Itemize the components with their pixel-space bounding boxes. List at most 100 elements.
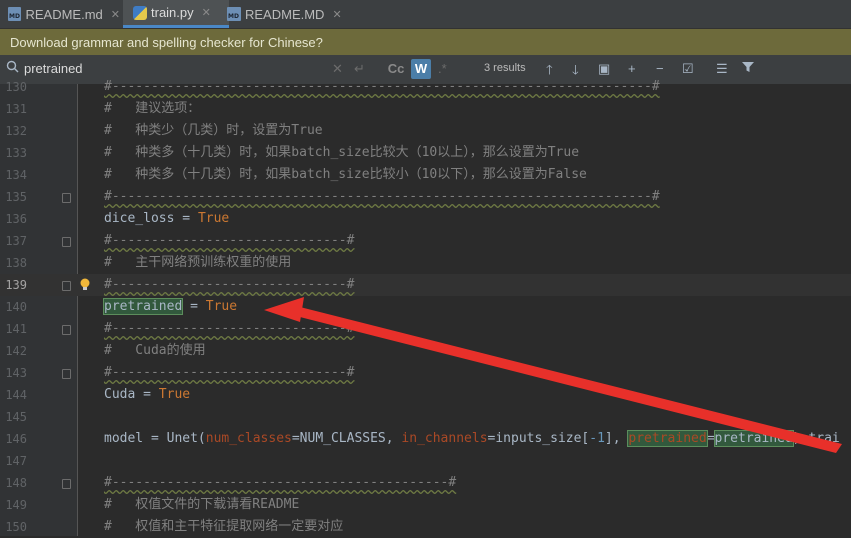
editor-tab-bar: README.md ✕ train.py ✕ README.MD ✕ — [0, 0, 851, 29]
new-line-icon[interactable]: ↵ — [354, 61, 365, 77]
clear-search-icon[interactable]: ✕ — [332, 61, 343, 77]
code-line: 133 # 种类多（十几类）时，如果batch_size比较大（10以上），那么… — [0, 142, 851, 164]
line-number: 149 — [5, 498, 27, 512]
comment-text: # 建议选项： — [104, 101, 201, 116]
search-match: pretrained — [713, 430, 794, 447]
line-number: 130 — [5, 80, 27, 94]
code-line: 134 # 种类多（十几类）时，如果batch_size比较小（10以下），那么… — [0, 164, 851, 186]
fold-marker-icon[interactable] — [62, 237, 71, 247]
comment-text: #------------------------------# — [104, 321, 355, 336]
line-number: 142 — [5, 344, 27, 358]
line-number: 141 — [5, 322, 27, 336]
code-line: 145 — [0, 406, 851, 428]
line-number: 145 — [5, 410, 27, 424]
code-token: =NUM_CLASSES, — [291, 431, 402, 446]
line-number: 146 — [5, 432, 27, 446]
line-number: 134 — [5, 168, 27, 182]
number-literal: -1 — [589, 431, 605, 446]
code-token: = — [706, 431, 715, 446]
code-line: 147 — [0, 450, 851, 472]
tab-train-py[interactable]: train.py ✕ — [123, 0, 229, 28]
line-number: 137 — [5, 234, 27, 248]
comment-text: #---------------------------------------… — [104, 79, 660, 94]
tab-label: train.py — [151, 5, 194, 20]
comment-text: # Cuda的使用 — [104, 343, 206, 358]
comment-text: #---------------------------------------… — [104, 475, 457, 490]
variable-name: Cuda — [104, 387, 136, 402]
code-token: model = Unet( — [104, 431, 206, 446]
code-line: 143 #------------------------------# — [0, 362, 851, 384]
fold-marker-icon[interactable] — [62, 369, 71, 379]
tab-readme-upper-md[interactable]: README.MD ✕ — [227, 0, 343, 28]
comment-text: #------------------------------# — [104, 277, 355, 292]
code-line: 135 #-----------------------------------… — [0, 186, 851, 208]
filter-icon[interactable] — [742, 61, 754, 76]
line-number: 147 — [5, 454, 27, 468]
comment-text: #------------------------------# — [104, 233, 355, 248]
line-number: 150 — [5, 520, 27, 534]
line-number: 131 — [5, 102, 27, 116]
comment-text: # 种类多（十几类）时，如果batch_size比较大（10以上），那么设置为T… — [104, 145, 580, 160]
open-in-window-icon[interactable]: ▣ — [598, 61, 610, 77]
close-icon[interactable]: ✕ — [202, 6, 211, 19]
line-number: 133 — [5, 146, 27, 160]
code-token: ], — [604, 431, 629, 446]
md-file-icon — [8, 7, 22, 21]
close-icon[interactable]: ✕ — [111, 8, 120, 21]
code-line: 138 # 主干网络预训练权重的使用 — [0, 252, 851, 274]
code-line: 142 # Cuda的使用 — [0, 340, 851, 362]
code-token: =inputs_size[ — [487, 431, 590, 446]
fold-marker-icon[interactable] — [62, 193, 71, 203]
comment-text: #---------------------------------------… — [104, 189, 660, 204]
operator: = — [135, 387, 159, 402]
keyword-argument: in_channels — [401, 431, 488, 446]
md-file-icon — [227, 7, 241, 21]
code-line: 130 #-----------------------------------… — [0, 76, 851, 98]
variable-name: dice_loss — [104, 211, 175, 226]
filter-options-icon[interactable]: ☰ — [716, 61, 728, 77]
comment-text: #------------------------------# — [104, 365, 355, 380]
code-text: model = Unet(num_classes=NUM_CLASSES, in… — [104, 428, 840, 450]
code-text: pretrained = True — [102, 296, 238, 318]
fold-marker-icon[interactable] — [62, 325, 71, 335]
search-match: pretrained — [627, 430, 708, 447]
code-line: 150 # 权值和主干特征提取网络一定要对应 — [0, 516, 851, 538]
code-line: 136 dice_loss = True — [0, 208, 851, 230]
add-occurrence-icon[interactable]: + — [628, 61, 636, 76]
fold-marker-icon[interactable] — [62, 479, 71, 489]
comment-text: # 权值和主干特征提取网络一定要对应 — [104, 519, 344, 534]
line-number: 139 — [5, 278, 27, 292]
code-line: 141 #------------------------------# — [0, 318, 851, 340]
code-line: 137 #------------------------------# — [0, 230, 851, 252]
code-text: Cuda = True — [104, 384, 190, 406]
python-file-icon — [133, 5, 147, 20]
plugin-suggestion-banner[interactable]: Download grammar and spelling checker fo… — [0, 29, 851, 55]
line-number: 132 — [5, 124, 27, 138]
operator: = — [174, 211, 198, 226]
operator: = — [182, 299, 206, 314]
lightbulb-icon[interactable] — [80, 277, 90, 290]
code-line: 140 pretrained = True — [0, 296, 851, 318]
close-icon[interactable]: ✕ — [332, 8, 341, 21]
keyword: True — [205, 299, 238, 314]
line-number: 140 — [5, 300, 27, 314]
line-number: 138 — [5, 256, 27, 270]
remove-occurrence-icon[interactable]: − — [656, 61, 664, 76]
code-line: 132 # 种类少（几类）时，设置为True — [0, 120, 851, 142]
keyword: True — [158, 387, 191, 402]
code-line: 146 model = Unet(num_classes=NUM_CLASSES… — [0, 428, 851, 450]
comment-text: # 主干网络预训练权重的使用 — [104, 255, 292, 270]
search-results-count: 3 results — [484, 62, 526, 74]
code-text: dice_loss = True — [104, 208, 229, 230]
tab-readme-md[interactable]: README.md ✕ — [8, 0, 120, 28]
fold-marker-icon[interactable] — [62, 281, 71, 291]
line-number: 144 — [5, 388, 27, 402]
code-token: ).trai — [792, 431, 840, 446]
line-number: 148 — [5, 476, 27, 490]
search-match: pretrained — [102, 298, 184, 315]
search-icon[interactable] — [6, 60, 20, 77]
match-case-button[interactable]: Cc — [386, 61, 406, 76]
select-all-occurrences-icon[interactable]: ☑ — [682, 61, 694, 77]
banner-text[interactable]: Download grammar and spelling checker fo… — [0, 35, 323, 50]
regex-button[interactable]: .* — [438, 61, 447, 76]
